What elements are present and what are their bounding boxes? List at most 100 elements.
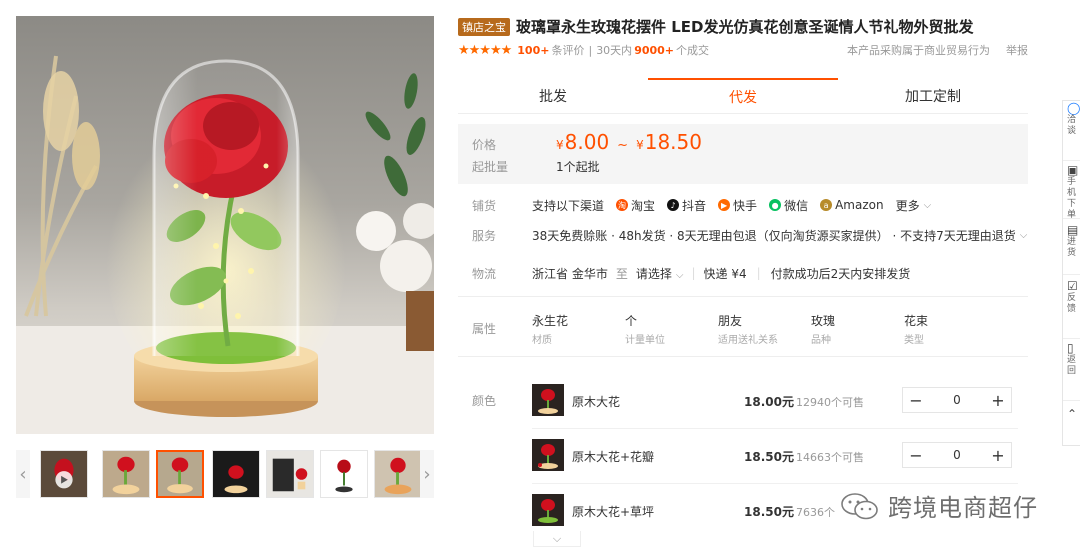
thumbnail-image[interactable] <box>374 450 422 498</box>
kuaishou-icon: ▶ <box>718 199 731 211</box>
attribute-key: 品种 <box>811 335 831 346</box>
attribute-key: 类型 <box>904 335 924 346</box>
logistics-label: 物流 <box>472 266 497 281</box>
sku-price: 18.50元 <box>744 505 794 519</box>
feedback-icon: ☑ <box>1067 279 1078 293</box>
qrcode-icon: ▣ <box>1067 163 1079 177</box>
sku-name: 原木大花 <box>572 395 621 409</box>
thumbnail-image-active[interactable] <box>156 450 204 498</box>
sku-price: 18.50元 <box>744 450 794 464</box>
thumbnail-image[interactable] <box>102 450 150 498</box>
attribute-value: 花束 <box>904 314 929 328</box>
quantity-stepper: − 0 + <box>902 387 1012 413</box>
destination-select[interactable]: 请选择 ⌵ <box>636 265 684 282</box>
side-item-label: 反馈 <box>1067 293 1077 314</box>
sku-thumbnail[interactable] <box>532 494 564 526</box>
sales-count: 9000+ <box>634 43 675 57</box>
tab-customize[interactable]: 加工定制 <box>838 78 1028 113</box>
service-label: 服务 <box>472 228 497 243</box>
report-link[interactable]: 举报 <box>1006 42 1028 58</box>
attribute-value: 朋友 <box>718 314 743 328</box>
wechat-icon: ● <box>769 199 782 211</box>
service-text: 38天免费赊账 · 48h发货 · 8天无理由包退（仅向淘货源买家提供） · 不… <box>532 228 1016 243</box>
sku-thumbnail[interactable] <box>532 439 564 471</box>
attribute-value: 玫瑰 <box>811 314 836 328</box>
channel-label: 淘宝 <box>631 198 656 213</box>
thumbnail-video[interactable] <box>40 450 88 498</box>
attributes-list: 永生花 材质 个计量单位 朋友 适用送礼关系 玫瑰 品种 花束 类型 <box>532 312 997 346</box>
title-row: 镇店之宝 玻璃罩永生玫瑰花摆件 LED发光仿真花创意圣诞情人节礼物外贸批发 <box>458 16 973 37</box>
side-item-feedback[interactable]: ☑ 反馈 <box>1063 279 1080 339</box>
chevron-down-icon[interactable]: ⌵ <box>1020 230 1028 241</box>
sku-thumbnail[interactable] <box>532 384 564 416</box>
divider <box>458 356 1028 357</box>
minus-button[interactable]: − <box>903 446 929 465</box>
chevron-left-icon[interactable]: ‹ <box>16 450 30 498</box>
tab-dropship[interactable]: 代发 <box>648 78 838 113</box>
sku-stock: 12940个可售 <box>796 396 864 409</box>
main-product-image[interactable] <box>16 16 434 434</box>
thumbnail-image[interactable] <box>212 450 260 498</box>
side-item-cart[interactable]: ▤ 进货 <box>1063 223 1080 275</box>
side-item-mobile[interactable]: ▣ 手机下单 <box>1063 163 1080 219</box>
quantity-input[interactable]: 0 <box>929 448 985 462</box>
wechat-watermark-icon <box>841 492 878 519</box>
service-row: 服务 38天免费赊账 · 48h发货 · 8天无理由包退（仅向淘货源买家提供） … <box>458 226 1028 244</box>
price-box: 价格 ¥8.00 ~ ¥18.50 起批量 1个起批 <box>458 124 1028 184</box>
channels-intro: 支持以下渠道 <box>532 198 605 213</box>
tab-wholesale[interactable]: 批发 <box>458 78 648 113</box>
price-separator: ~ <box>617 138 629 153</box>
moq-label: 起批量 <box>472 160 509 174</box>
expand-skus-button[interactable]: ⌵ <box>533 531 581 547</box>
attribute-item: 玫瑰 品种 <box>811 312 904 346</box>
dispatch-time: 付款成功后2天内安排发货 <box>770 266 911 281</box>
more-label: 更多 <box>895 198 920 213</box>
channel-amazon[interactable]: a Amazon <box>820 198 884 212</box>
attribute-value: 个 <box>625 314 638 328</box>
quantity-input[interactable]: 0 <box>929 393 985 407</box>
douyin-icon: ♪ <box>667 199 680 211</box>
product-title: 玻璃罩永生玫瑰花摆件 LED发光仿真花创意圣诞情人节礼物外贸批发 <box>516 18 974 36</box>
channel-taobao[interactable]: 淘淘宝 <box>616 197 655 214</box>
channel-label: 快手 <box>733 198 758 213</box>
channel-douyin[interactable]: ♪ 抖音 <box>667 197 706 214</box>
rating-stars-icon: ★★★★★ <box>458 42 512 58</box>
purchase-mode-tabs: 批发 代发 加工定制 <box>458 78 1028 114</box>
meta-separator: | <box>588 43 593 57</box>
channel-wechat[interactable]: ● 微信 <box>769 197 808 214</box>
thumbnail-image[interactable] <box>320 450 368 498</box>
sku-color-label: 颜色 <box>472 394 497 408</box>
side-item-back[interactable]: ▯ 返回 <box>1063 341 1080 401</box>
trade-note: 本产品采购属于商业贸易行为 <box>847 44 990 57</box>
back-to-top-button[interactable]: ⌃ <box>1063 407 1080 447</box>
channel-label: Amazon <box>835 198 884 212</box>
cart-icon: ▤ <box>1067 223 1079 237</box>
plus-button[interactable]: + <box>985 391 1011 410</box>
moq-value: 1个起批 <box>556 160 600 174</box>
channel-kuaishou[interactable]: ▶ 快手 <box>718 197 757 214</box>
thumbnail-strip: ‹ › <box>16 448 436 502</box>
review-count[interactable]: 100+ <box>517 44 549 57</box>
side-item-label: 洽谈 <box>1067 115 1077 136</box>
plus-button[interactable]: + <box>985 446 1011 465</box>
attribute-item: 花束 类型 <box>904 312 997 346</box>
chevron-down-icon: ⌵ <box>552 531 562 545</box>
divider <box>532 428 1018 429</box>
price-range: ¥8.00 ~ ¥18.50 <box>556 130 702 154</box>
side-item-chat[interactable]: ◯ 洽谈 <box>1063 101 1080 161</box>
attributes-label: 属性 <box>472 322 497 336</box>
channel-label: 微信 <box>784 198 809 213</box>
thumbnail-image[interactable] <box>266 450 314 498</box>
channel-label: 抖音 <box>682 198 707 213</box>
chevron-down-icon: ⌵ <box>675 269 684 281</box>
minus-button[interactable]: − <box>903 391 929 410</box>
quantity-stepper: − 0 + <box>902 442 1012 468</box>
meta-row: ★★★★★ 100+ 条评价 | 30天内 9000+ 个成交 本产品采购属于商… <box>458 42 1028 58</box>
price-label: 价格 <box>472 138 497 152</box>
channels-more-button[interactable]: 更多 ⌵ <box>896 197 932 214</box>
price-low: 8.00 <box>564 130 610 154</box>
attribute-item: 朋友 适用送礼关系 <box>718 312 811 346</box>
divider <box>532 483 1018 484</box>
price-high: 18.50 <box>644 130 702 154</box>
chevron-right-icon[interactable]: › <box>420 450 434 498</box>
